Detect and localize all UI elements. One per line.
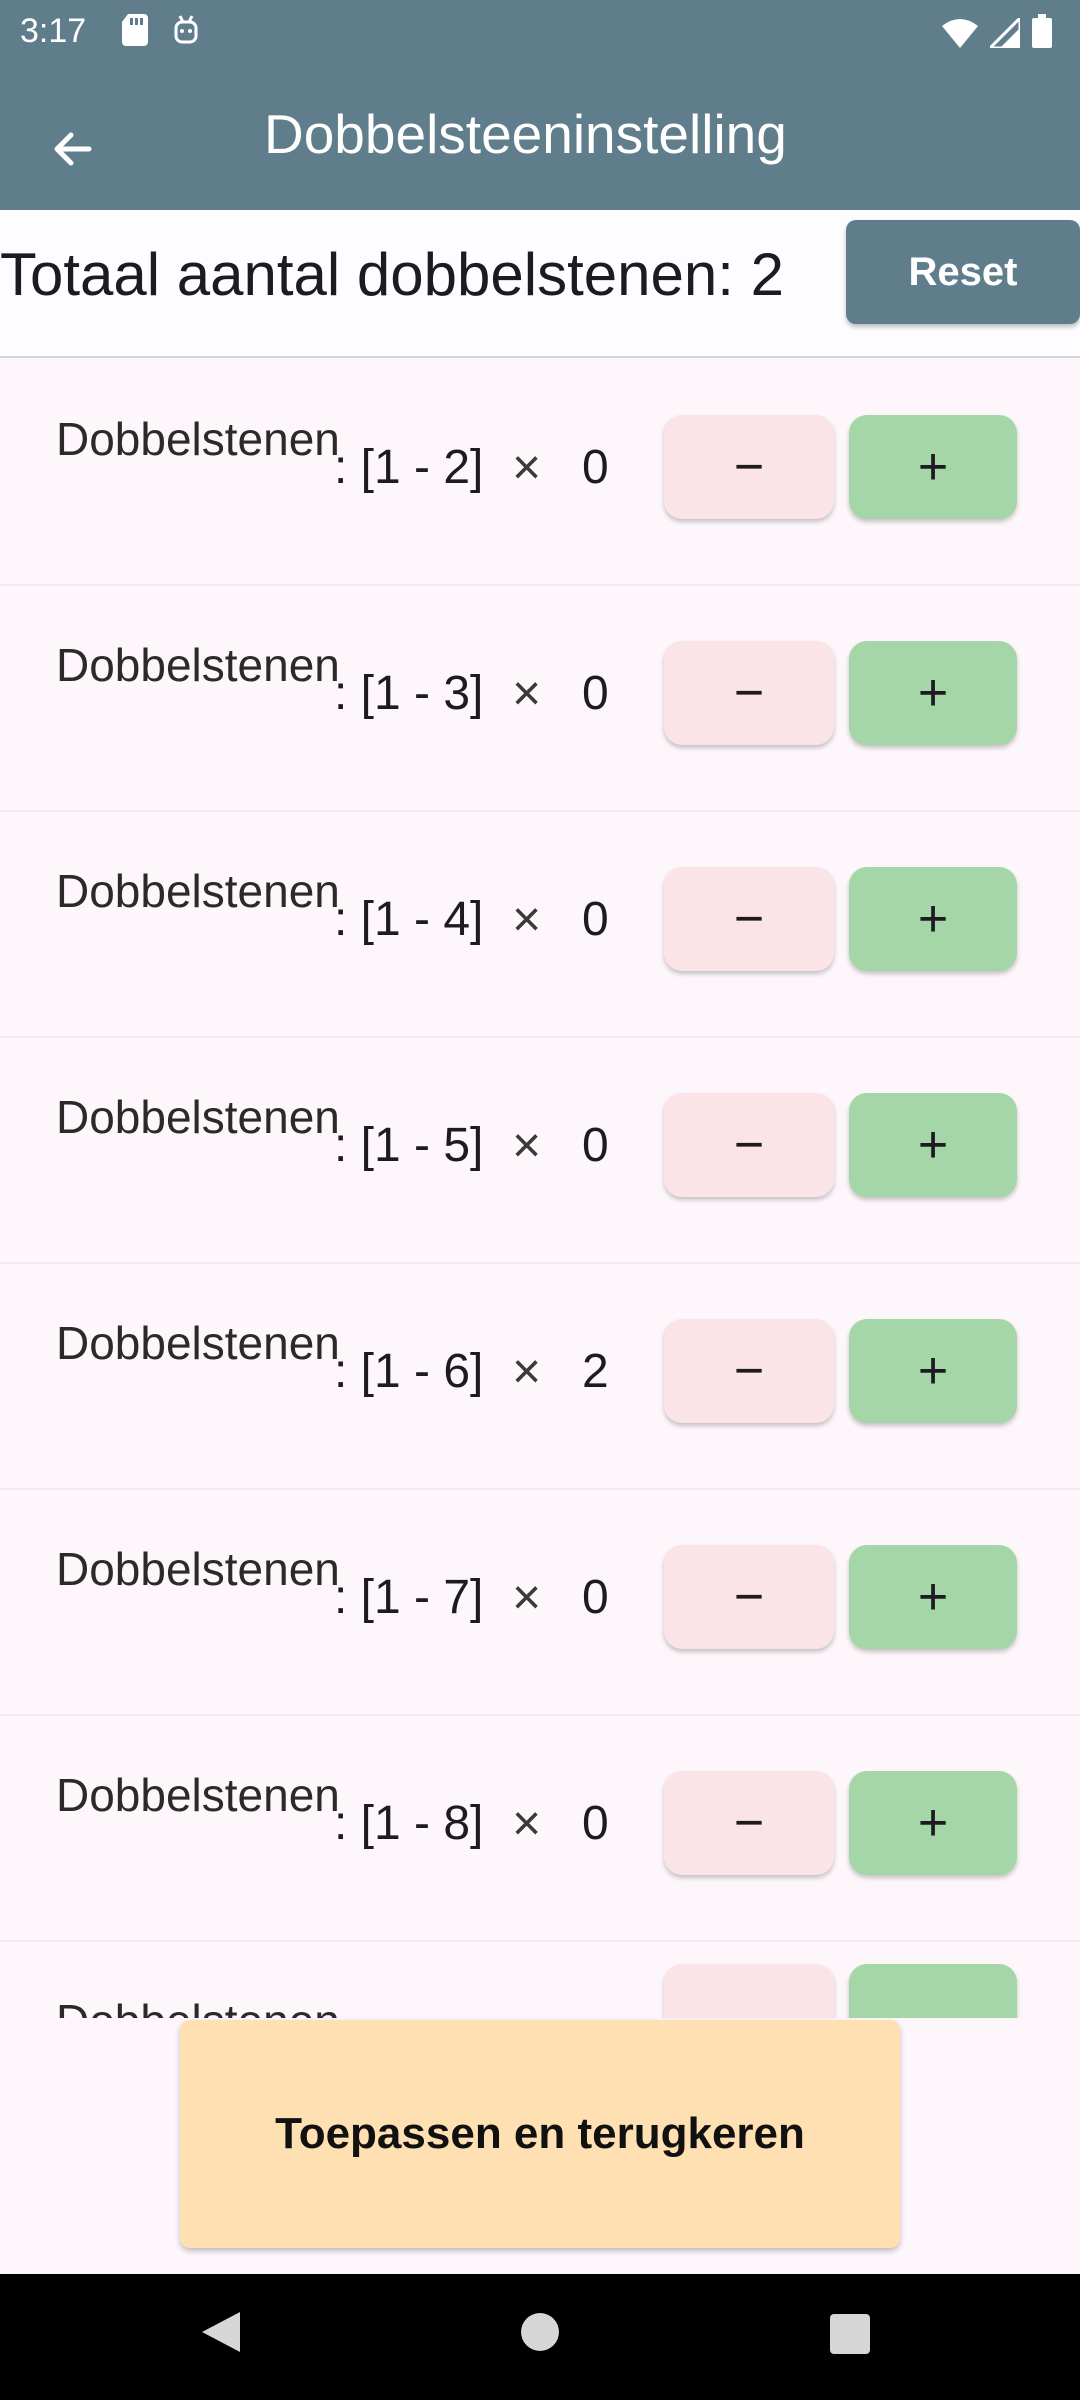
nav-recents-icon[interactable] <box>830 2314 870 2354</box>
dice-count: 0 <box>582 893 609 946</box>
apply-and-return-button[interactable]: Toepassen en terugkeren <box>180 2020 900 2248</box>
dice-row-d6: Dobbelstenen : [1 - 6] × 2 − + <box>0 1264 1080 1490</box>
times-symbol: × <box>512 891 542 947</box>
sd-card-icon <box>122 14 148 46</box>
page-title: Dobbelsteeninstelling <box>264 103 787 165</box>
decrement-button[interactable]: − <box>664 415 834 519</box>
nav-home-icon[interactable] <box>520 2312 560 2352</box>
decrement-button[interactable]: − <box>664 641 834 745</box>
increment-button[interactable]: + <box>849 1093 1017 1197</box>
increment-button[interactable]: + <box>849 1771 1017 1875</box>
battery-icon <box>1032 14 1052 48</box>
decrement-button[interactable]: − <box>664 1093 834 1197</box>
dice-row-d8: Dobbelstenen : [1 - 8] × 0 − + <box>0 1716 1080 1942</box>
app-bar: Dobbelsteeninstelling <box>0 64 1080 210</box>
dice-range: : [1 - 7] <box>334 1571 484 1624</box>
dice-row-d4: Dobbelstenen : [1 - 4] × 0 − + <box>0 812 1080 1038</box>
times-symbol: × <box>512 665 542 721</box>
times-symbol: × <box>512 1343 542 1399</box>
system-nav-bar <box>0 2274 1080 2400</box>
dice-count: 0 <box>582 1119 609 1172</box>
dice-count: 0 <box>582 667 609 720</box>
dice-list[interactable]: Dobbelstenen : [1 - 2] × 0 − + Dobbelste… <box>0 360 1080 2018</box>
increment-button[interactable]: + <box>849 1545 1017 1649</box>
dice-count: 0 <box>582 441 609 494</box>
dice-name: Dobbelstenen <box>56 1091 340 1143</box>
dice-row-d2: Dobbelstenen : [1 - 2] × 0 − + <box>0 360 1080 586</box>
status-right-icons <box>942 14 1052 48</box>
decrement-button[interactable]: − <box>664 1545 834 1649</box>
dice-row-d5: Dobbelstenen : [1 - 5] × 0 − + <box>0 1038 1080 1264</box>
decrement-button[interactable]: − <box>664 1319 834 1423</box>
status-bar: 3:17 <box>0 0 1080 64</box>
dice-range: : [1 - 4] <box>334 893 484 946</box>
dice-row-d3: Dobbelstenen : [1 - 3] × 0 − + <box>0 586 1080 812</box>
dice-name: Dobbelstenen <box>56 1543 340 1595</box>
status-left-icons <box>122 14 200 46</box>
times-symbol: × <box>512 1569 542 1625</box>
times-symbol: × <box>512 1795 542 1851</box>
increment-button[interactable]: + <box>849 867 1017 971</box>
dice-name: Dobbelstenen <box>56 639 340 691</box>
dice-range: : [1 - 8] <box>334 1797 484 1850</box>
dice-count: 2 <box>582 1345 609 1398</box>
dice-name: Dobbelstenen <box>56 865 340 917</box>
increment-button[interactable]: + <box>849 415 1017 519</box>
dice-count: 0 <box>582 1571 609 1624</box>
decrement-button[interactable]: − <box>664 867 834 971</box>
arrow-back-icon <box>54 132 92 166</box>
times-symbol: × <box>512 1117 542 1173</box>
increment-button[interactable]: + <box>849 1319 1017 1423</box>
nav-back-icon[interactable] <box>200 2310 242 2354</box>
wifi-icon <box>942 19 978 48</box>
increment-button[interactable] <box>849 1964 1017 2018</box>
dice-range: : [1 - 6] <box>334 1345 484 1398</box>
dice-range: : [1 - 3] <box>334 667 484 720</box>
signal-icon <box>990 18 1020 48</box>
usb-debug-icon <box>174 15 198 44</box>
reset-button[interactable]: Reset <box>846 220 1080 324</box>
dice-row-partial: Dobbelstenen <box>0 1942 1080 2018</box>
dice-range: : [1 - 5] <box>334 1119 484 1172</box>
dice-row-d7: Dobbelstenen : [1 - 7] × 0 − + <box>0 1490 1080 1716</box>
total-dice-header: Totaal aantal dobbelstenen: 2 Reset <box>0 210 1080 358</box>
dice-name: Dobbelstenen <box>56 413 340 465</box>
dice-name: Dobbelstenen <box>56 1769 340 1821</box>
increment-button[interactable]: + <box>849 641 1017 745</box>
total-dice-label: Totaal aantal dobbelstenen: 2 <box>0 241 784 308</box>
dice-count: 0 <box>582 1797 609 1850</box>
back-button[interactable] <box>28 104 118 194</box>
status-time: 3:17 <box>20 12 87 50</box>
dice-name: Dobbelstenen <box>56 1317 340 1369</box>
times-symbol: × <box>512 439 542 495</box>
dice-range: : [1 - 2] <box>334 441 484 494</box>
decrement-button[interactable] <box>664 1964 834 2018</box>
dice-name: Dobbelstenen <box>56 1986 340 2018</box>
decrement-button[interactable]: − <box>664 1771 834 1875</box>
